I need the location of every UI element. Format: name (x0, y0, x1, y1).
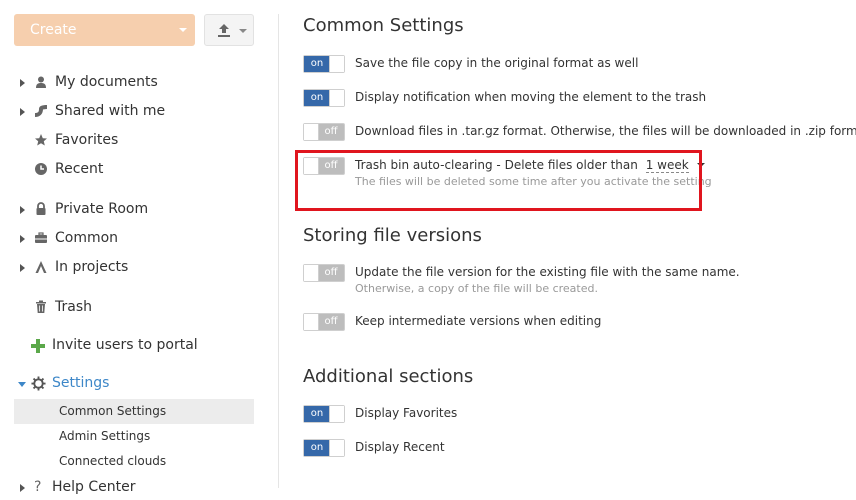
help-icon: ? (34, 479, 42, 495)
toggle-switch[interactable]: off (303, 264, 345, 282)
create-button-label: Create (30, 22, 77, 38)
setting-label: Display notification when moving the ele… (355, 90, 707, 104)
collapse-arrow-icon[interactable] (18, 382, 26, 387)
toggle-knob (329, 406, 344, 422)
nav-label: My documents (55, 74, 158, 90)
setting-label: Trash bin auto-clearing - Delete files o… (355, 157, 705, 173)
create-button[interactable]: Create (14, 14, 195, 46)
toggle-knob (304, 314, 319, 330)
nav-label: Recent (55, 161, 104, 177)
sub-label: Admin Settings (59, 429, 151, 443)
gear-icon (31, 376, 46, 391)
briefcase-icon (35, 232, 47, 243)
chevron-down-icon[interactable] (696, 163, 705, 167)
user-icon (36, 76, 46, 88)
sidebar: Create My documents Shared with me Favor… (0, 0, 278, 495)
setting-hint: The files will be deleted some time afte… (355, 175, 712, 188)
toggle-state: off (324, 126, 338, 137)
toggle-state: on (304, 406, 330, 422)
storing-versions-title: Storing file versions (303, 225, 482, 246)
settings-sub-admin[interactable]: Admin Settings (14, 424, 254, 449)
nav-label: Settings (52, 375, 110, 391)
upload-icon (218, 24, 230, 37)
expand-arrow-icon[interactable] (20, 79, 25, 87)
lock-icon (36, 202, 46, 215)
nav-label: Shared with me (55, 103, 166, 119)
toggle-switch[interactable]: off (303, 157, 345, 175)
upload-dropdown-icon (239, 29, 247, 33)
toggle-switch[interactable]: on (303, 439, 345, 457)
expand-arrow-icon[interactable] (20, 264, 25, 272)
toggle-state: on (304, 90, 330, 106)
toggle-knob (329, 90, 344, 106)
toggle-switch[interactable]: on (303, 405, 345, 423)
sidebar-divider (278, 14, 279, 488)
toggle-state: off (324, 316, 338, 327)
setting-label: Update the file version for the existing… (355, 265, 740, 279)
toggle-switch[interactable]: off (303, 123, 345, 141)
toggle-knob (304, 124, 319, 140)
toggle-state: on (304, 440, 330, 456)
settings-sub-connected-clouds[interactable]: Connected clouds (14, 449, 254, 474)
setting-label: Save the file copy in the original forma… (355, 56, 639, 70)
projects-icon (35, 261, 47, 273)
clock-icon (35, 163, 47, 175)
trash-clearing-label: Trash bin auto-clearing - Delete files o… (355, 158, 638, 172)
nav-label: Trash (55, 299, 92, 315)
setting-label: Download files in .tar.gz format. Otherw… (355, 124, 856, 138)
settings-sub-common[interactable]: Common Settings (14, 399, 254, 424)
setting-label: Display Recent (355, 440, 445, 454)
sub-label: Connected clouds (59, 454, 167, 468)
toggle-state: off (324, 267, 338, 278)
expand-arrow-icon[interactable] (20, 206, 25, 214)
setting-label: Display Favorites (355, 406, 458, 420)
nav-label: In projects (55, 259, 129, 275)
toggle-state: on (304, 56, 330, 72)
toggle-knob (329, 56, 344, 72)
toggle-knob (304, 265, 319, 281)
create-dropdown-icon (179, 28, 187, 32)
trash-icon (36, 300, 46, 313)
toggle-switch[interactable]: on (303, 55, 345, 73)
expand-arrow-icon[interactable] (20, 484, 25, 492)
toggle-knob (304, 158, 319, 174)
upload-button[interactable] (204, 14, 254, 46)
setting-hint: Otherwise, a copy of the file will be cr… (355, 282, 598, 295)
toggle-state: off (324, 160, 338, 171)
period-select[interactable]: 1 week (645, 158, 689, 173)
expand-arrow-icon[interactable] (20, 108, 25, 116)
additional-sections-title: Additional sections (303, 366, 474, 387)
nav-label: Private Room (55, 201, 149, 217)
expand-arrow-icon[interactable] (20, 235, 25, 243)
setting-label: Keep intermediate versions when editing (355, 314, 602, 328)
toggle-switch[interactable]: on (303, 89, 345, 107)
plus-icon (31, 339, 45, 353)
nav-label: Favorites (55, 132, 119, 148)
nav-label: Common (55, 230, 119, 246)
toggle-switch[interactable]: off (303, 313, 345, 331)
sub-label: Common Settings (59, 404, 167, 418)
shared-icon (35, 105, 47, 117)
common-settings-title: Common Settings (303, 15, 464, 36)
toggle-knob (329, 440, 344, 456)
invite-label: Invite users to portal (52, 337, 198, 353)
star-icon (35, 134, 47, 146)
